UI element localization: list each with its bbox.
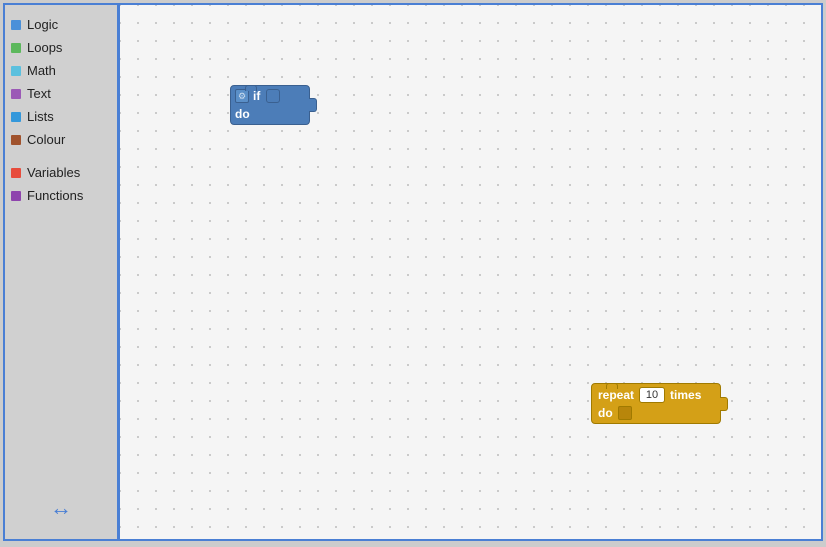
math-color	[11, 66, 21, 76]
sidebar-item-label-colour: Colour	[27, 132, 65, 147]
sidebar-item-colour[interactable]: Colour	[5, 128, 117, 151]
repeat-block-body: repeat 10 times do	[591, 383, 721, 424]
sidebar-item-label-math: Math	[27, 63, 56, 78]
sidebar-item-label-text: Text	[27, 86, 51, 101]
variables-color	[11, 168, 21, 178]
main-window: Logic Loops Math Text Lists Colour Varia…	[3, 3, 823, 541]
loops-color	[11, 43, 21, 53]
sidebar-item-text[interactable]: Text	[5, 82, 117, 105]
sidebar: Logic Loops Math Text Lists Colour Varia…	[5, 5, 120, 539]
times-label: times	[670, 388, 701, 402]
sidebar-divider	[5, 151, 117, 161]
right-notch	[309, 98, 317, 112]
if-label: if	[253, 89, 260, 103]
sidebar-item-logic[interactable]: Logic	[5, 13, 117, 36]
sidebar-item-functions[interactable]: Functions	[5, 184, 117, 207]
resize-arrow[interactable]: ↔	[50, 495, 72, 521]
do-label: do	[235, 107, 250, 121]
repeat-label: repeat	[598, 388, 634, 402]
repeat-block[interactable]: repeat 10 times do	[591, 383, 721, 424]
sidebar-item-label-variables: Variables	[27, 165, 80, 180]
if-connector	[266, 89, 280, 103]
repeat-right-notch	[720, 397, 728, 411]
text-color	[11, 89, 21, 99]
colour-color	[11, 135, 21, 145]
sidebar-item-label-lists: Lists	[27, 109, 54, 124]
if-row: ⚙ if	[235, 89, 303, 103]
sidebar-item-label-loops: Loops	[27, 40, 62, 55]
gear-icon[interactable]: ⚙	[235, 89, 249, 103]
logic-color	[11, 20, 21, 30]
repeat-do-row: do	[598, 406, 712, 420]
sidebar-item-loops[interactable]: Loops	[5, 36, 117, 59]
sidebar-item-math[interactable]: Math	[5, 59, 117, 82]
repeat-do-connector	[618, 406, 632, 420]
repeat-row: repeat 10 times	[598, 387, 712, 403]
if-block[interactable]: ⚙ if do	[230, 85, 310, 125]
sidebar-item-lists[interactable]: Lists	[5, 105, 117, 128]
sidebar-item-label-functions: Functions	[27, 188, 83, 203]
functions-color	[11, 191, 21, 201]
sidebar-item-label-logic: Logic	[27, 17, 58, 32]
do-row: do	[235, 107, 303, 121]
sidebar-item-variables[interactable]: Variables	[5, 161, 117, 184]
if-block-body: ⚙ if do	[230, 85, 310, 125]
canvas-area[interactable]: ⚙ if do repeat 10 times	[120, 5, 821, 539]
repeat-value[interactable]: 10	[639, 387, 665, 403]
repeat-do-label: do	[598, 406, 613, 420]
lists-color	[11, 112, 21, 122]
